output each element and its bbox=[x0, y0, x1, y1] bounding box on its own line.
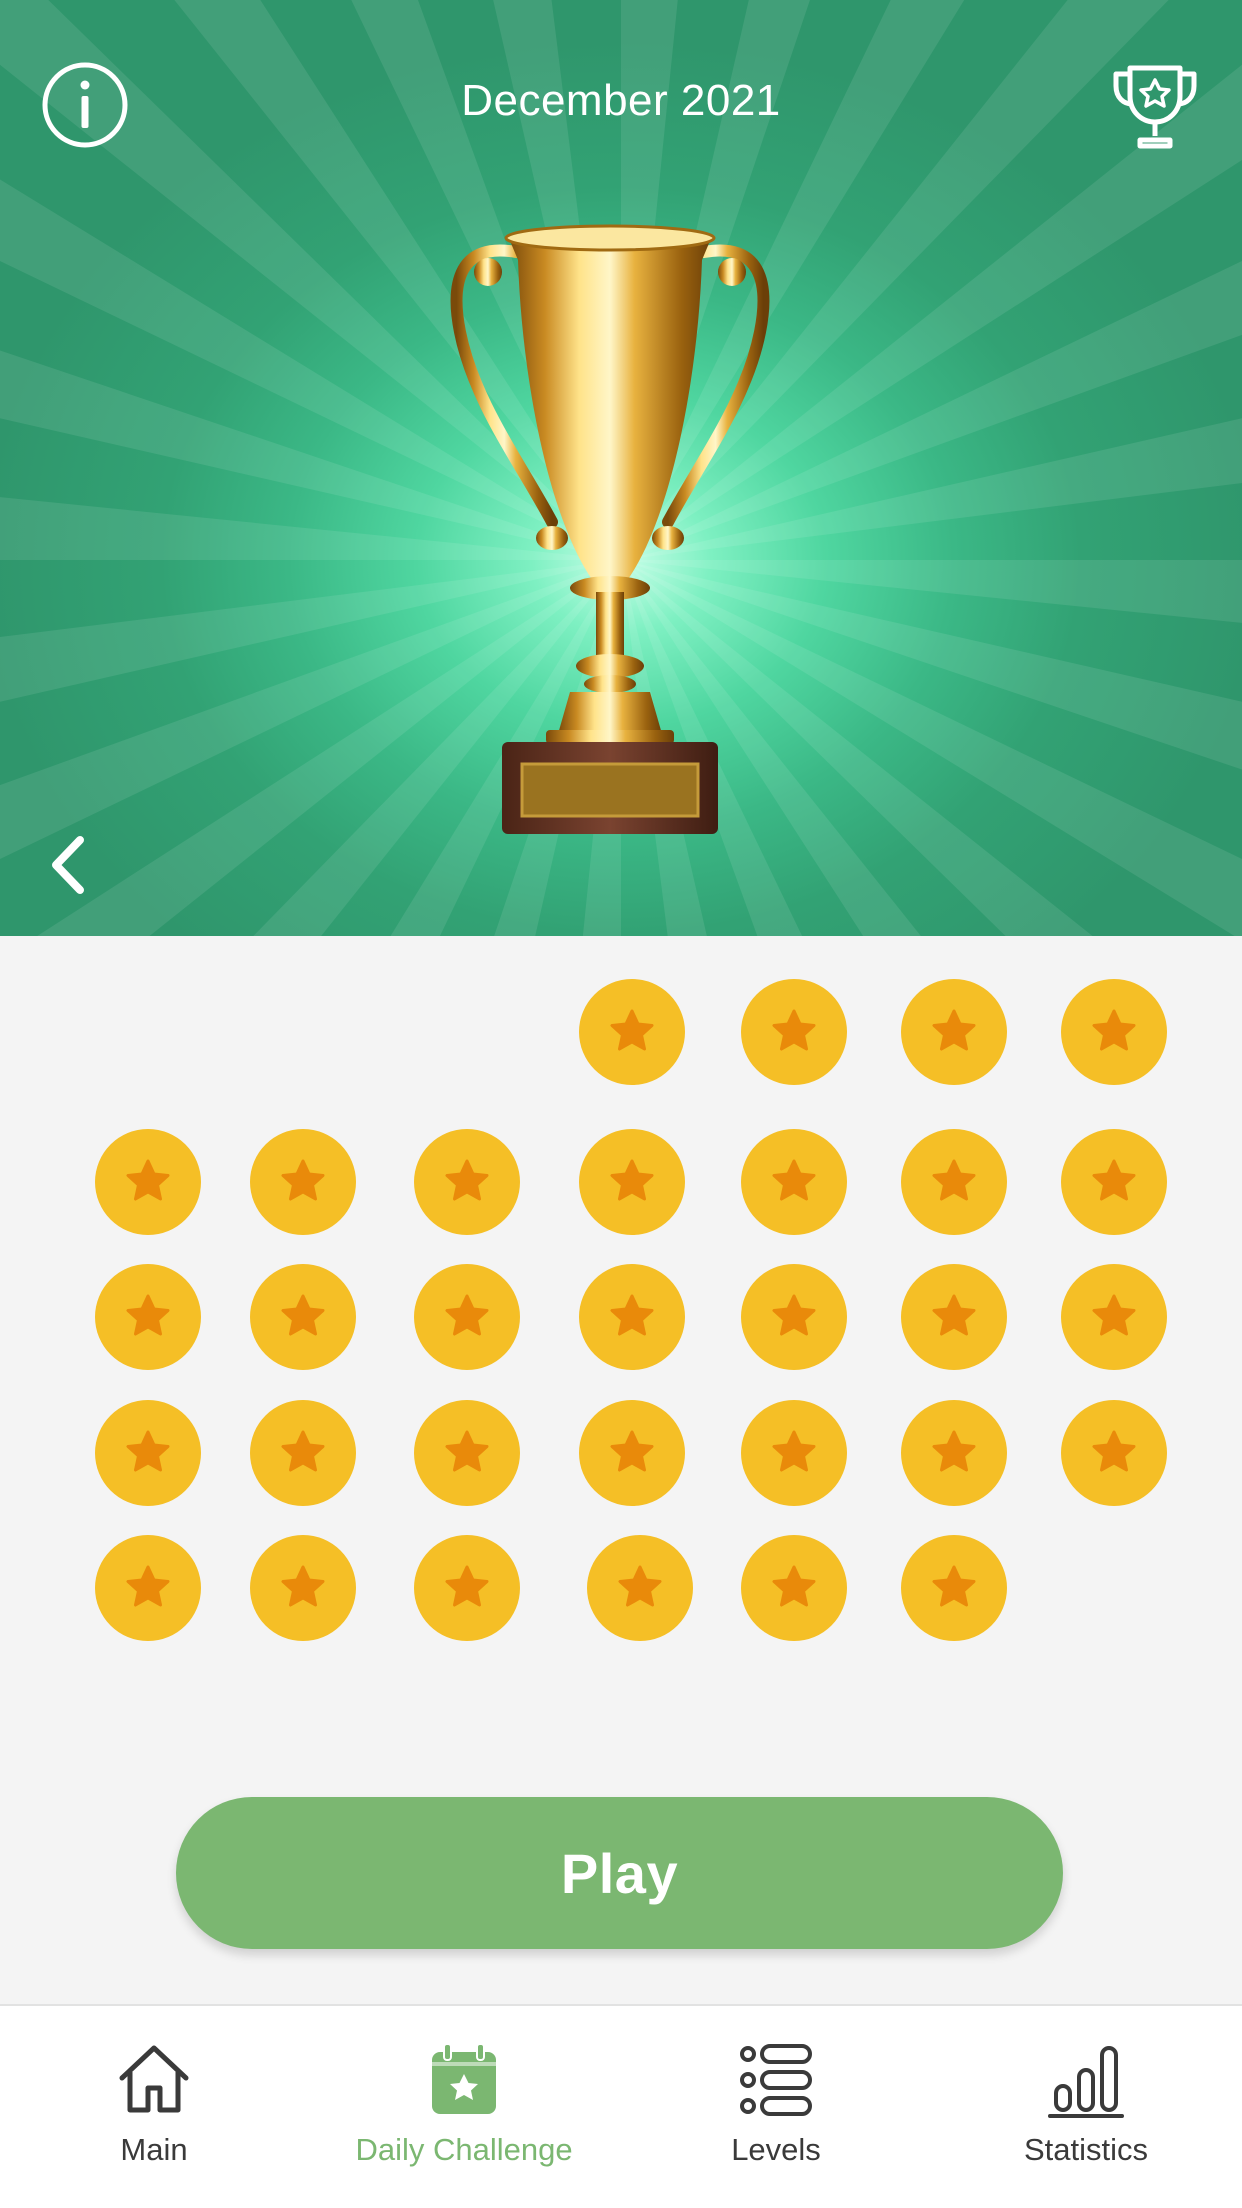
nav-item-statistics[interactable]: Statistics bbox=[936, 2006, 1236, 2208]
golden-trophy-image bbox=[450, 224, 770, 834]
star-icon bbox=[610, 1294, 654, 1336]
nav-label-main: Main bbox=[120, 2132, 188, 2167]
daily-challenge-screen: December 2021 Play Main Daily Challenge … bbox=[0, 0, 1242, 2208]
completed-day-coin[interactable] bbox=[1061, 979, 1167, 1085]
star-icon bbox=[932, 1565, 976, 1607]
star-icon bbox=[126, 1565, 170, 1607]
nav-item-daily-challenge[interactable]: Daily Challenge bbox=[314, 2006, 614, 2208]
star-icon bbox=[932, 1430, 976, 1472]
star-icon bbox=[932, 1294, 976, 1336]
completed-day-coin[interactable] bbox=[579, 1129, 685, 1235]
completed-day-coin[interactable] bbox=[414, 1535, 520, 1641]
star-icon bbox=[772, 1430, 816, 1472]
completed-day-coin[interactable] bbox=[1061, 1129, 1167, 1235]
completed-day-coin[interactable] bbox=[741, 979, 847, 1085]
star-icon bbox=[126, 1159, 170, 1201]
star-icon bbox=[1092, 1430, 1136, 1472]
star-icon bbox=[281, 1430, 325, 1472]
play-button[interactable]: Play bbox=[176, 1797, 1063, 1949]
star-icon bbox=[772, 1009, 816, 1051]
chevron-left-icon[interactable] bbox=[40, 830, 100, 900]
star-icon bbox=[610, 1159, 654, 1201]
completed-day-coin[interactable] bbox=[250, 1264, 356, 1370]
star-icon bbox=[932, 1009, 976, 1051]
completed-day-coin[interactable] bbox=[741, 1264, 847, 1370]
completed-day-coin[interactable] bbox=[901, 1264, 1007, 1370]
star-icon bbox=[445, 1294, 489, 1336]
nav-label-statistics: Statistics bbox=[1023, 2132, 1149, 2167]
nav-label-levels: Levels bbox=[731, 2132, 821, 2167]
star-icon bbox=[126, 1430, 170, 1472]
star-icon bbox=[281, 1159, 325, 1201]
star-icon bbox=[445, 1565, 489, 1607]
star-icon bbox=[281, 1294, 325, 1336]
star-icon bbox=[610, 1430, 654, 1472]
completed-day-coin[interactable] bbox=[901, 979, 1007, 1085]
star-icon bbox=[1092, 1009, 1136, 1051]
completed-day-coin[interactable] bbox=[741, 1535, 847, 1641]
completed-day-coin[interactable] bbox=[250, 1129, 356, 1235]
completed-day-coin[interactable] bbox=[250, 1535, 356, 1641]
trophy-cup-icon[interactable] bbox=[1108, 60, 1202, 154]
month-title: December 2021 bbox=[461, 76, 781, 125]
star-icon bbox=[445, 1430, 489, 1472]
completed-day-coin[interactable] bbox=[414, 1264, 520, 1370]
completed-day-coin[interactable] bbox=[741, 1129, 847, 1235]
calendar-star-icon bbox=[432, 2043, 496, 2114]
star-icon bbox=[126, 1294, 170, 1336]
completed-day-coin[interactable] bbox=[579, 1400, 685, 1506]
completed-day-coin[interactable] bbox=[414, 1129, 520, 1235]
list-icon bbox=[740, 2044, 812, 2116]
completed-day-coin[interactable] bbox=[414, 1400, 520, 1506]
star-icon bbox=[281, 1565, 325, 1607]
star-icon bbox=[772, 1159, 816, 1201]
completed-day-coin[interactable] bbox=[901, 1535, 1007, 1641]
star-icon bbox=[610, 1009, 654, 1051]
nav-item-levels[interactable]: Levels bbox=[626, 2006, 926, 2208]
completed-day-coin[interactable] bbox=[95, 1535, 201, 1641]
star-icon bbox=[772, 1294, 816, 1336]
completed-day-coin[interactable] bbox=[741, 1400, 847, 1506]
completed-day-coin[interactable] bbox=[95, 1264, 201, 1370]
completed-day-coin[interactable] bbox=[579, 979, 685, 1085]
completed-day-coin[interactable] bbox=[1061, 1264, 1167, 1370]
completed-day-coin[interactable] bbox=[95, 1400, 201, 1506]
bottom-navigation: Main Daily Challenge Levels Statistics bbox=[0, 2004, 1242, 2208]
info-icon[interactable] bbox=[40, 60, 130, 150]
home-icon bbox=[119, 2045, 189, 2113]
completed-day-coin[interactable] bbox=[901, 1400, 1007, 1506]
star-icon bbox=[772, 1565, 816, 1607]
nav-label-daily-challenge: Daily Challenge bbox=[355, 2132, 573, 2167]
completed-day-coin[interactable] bbox=[250, 1400, 356, 1506]
completed-day-coin[interactable] bbox=[901, 1129, 1007, 1235]
star-icon bbox=[1092, 1294, 1136, 1336]
completed-day-coin[interactable] bbox=[587, 1535, 693, 1641]
completed-day-coin[interactable] bbox=[579, 1264, 685, 1370]
nav-item-main[interactable]: Main bbox=[4, 2006, 304, 2208]
star-icon bbox=[1092, 1159, 1136, 1201]
star-icon bbox=[445, 1159, 489, 1201]
star-icon bbox=[618, 1565, 662, 1607]
bar-chart-icon bbox=[1048, 2046, 1124, 2118]
completed-day-coin[interactable] bbox=[1061, 1400, 1167, 1506]
star-icon bbox=[932, 1159, 976, 1201]
completed-day-coin[interactable] bbox=[95, 1129, 201, 1235]
trophy-hero: December 2021 bbox=[0, 0, 1242, 936]
